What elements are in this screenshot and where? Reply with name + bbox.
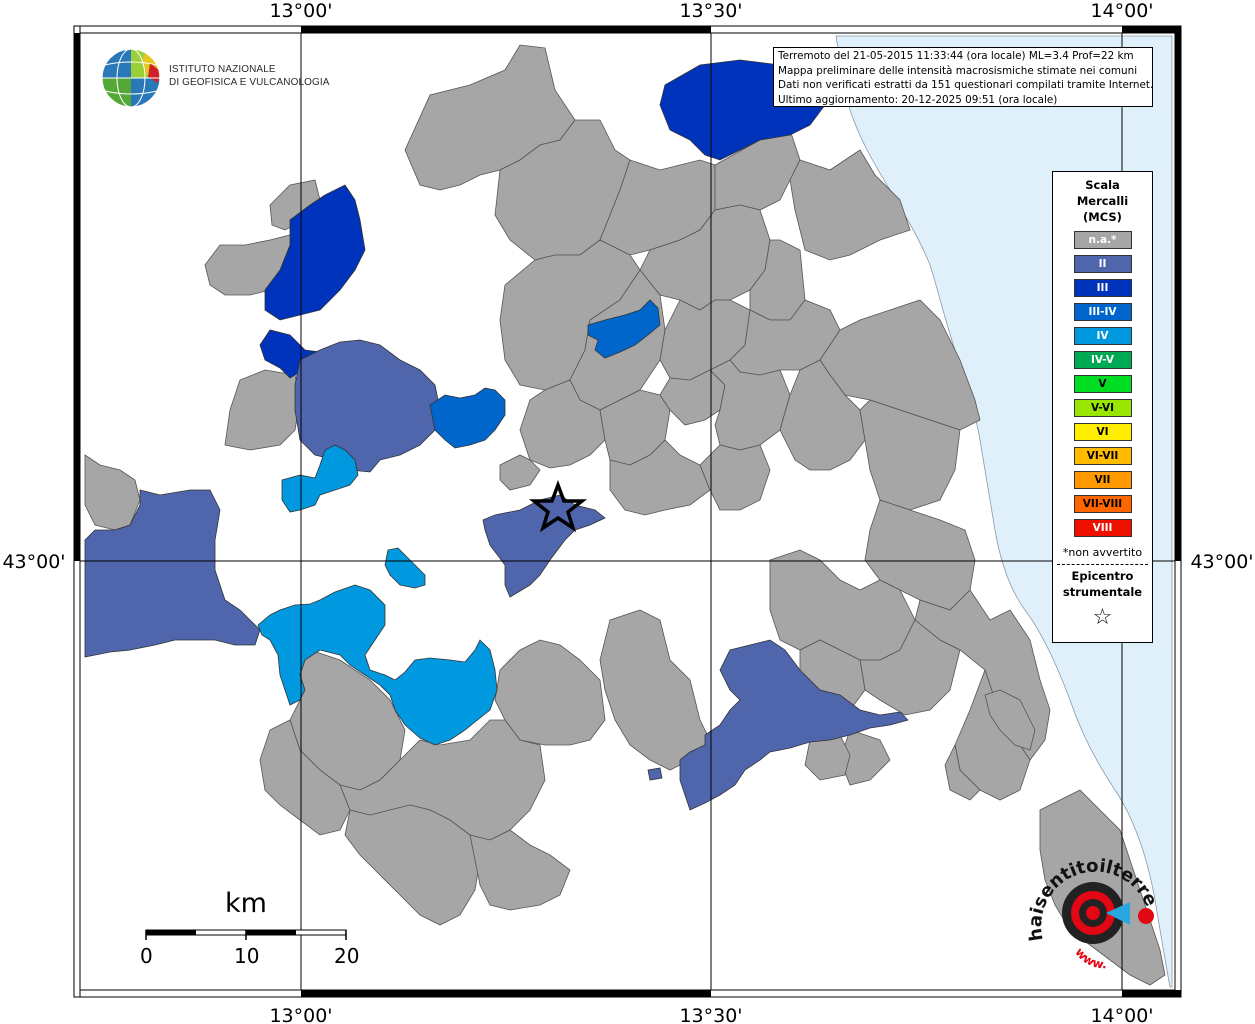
coord-bottom-1: 13°00' (269, 1005, 332, 1024)
legend-item: VI-VII (1073, 447, 1132, 465)
scale-label-0: 0 (140, 944, 153, 968)
mcs-legend: Scala Mercalli (MCS) n.a.* II III III-IV IV I… (1052, 171, 1153, 643)
legend-title: Scala Mercalli (MCS) (1076, 178, 1129, 224)
epicenter-star-icon: ☆ (1092, 605, 1113, 630)
logo-line-1: ISTITUTO NAZIONALE (169, 64, 276, 75)
legend-item: VIII (1073, 519, 1132, 537)
coord-bottom-2: 13°30' (679, 1005, 742, 1024)
legend-item: V (1073, 375, 1132, 393)
legend-epicenter-title: Epicentro strumentale (1062, 569, 1143, 599)
legend-item: V-VI (1073, 399, 1132, 417)
coord-bottom-3: 14°00' (1090, 1005, 1153, 1024)
globe-icon (101, 48, 161, 108)
info-line-3: Dati non verificati estratti da 151 ques… (778, 79, 1153, 92)
ingv-logo: ISTITUTO NAZIONALE DI GEOFISICA E VULCAN… (100, 47, 340, 109)
legend-item: IV-V (1073, 351, 1132, 369)
legend-item: III-IV (1073, 303, 1132, 321)
scale-label-20: 20 (334, 944, 360, 968)
info-line-4: Ultimo aggiornamento: 20-12-2025 09:51 (… (778, 93, 1058, 106)
legend-item: VII (1073, 471, 1132, 489)
legend-item: III (1073, 279, 1132, 297)
legend-item: VI (1073, 423, 1132, 441)
event-info-box: Terremoto del 21-05-2015 11:33:44 (ora l… (773, 47, 1153, 107)
info-line-1: Terremoto del 21-05-2015 11:33:44 (ora l… (778, 50, 1134, 62)
coord-left: 43°00' (2, 551, 65, 573)
info-line-2: Mappa preliminare delle intensità macros… (778, 64, 1138, 77)
legend-item: VII-VIII (1073, 495, 1132, 513)
legend-note: *non avvertito (1062, 546, 1143, 559)
coord-right: 43°00' (1190, 551, 1253, 573)
legend-items: n.a.* II III III-IV IV IV-V V V-VI VI VI-VII VII VI… (1053, 231, 1152, 537)
coord-top-1: 13°00' (269, 0, 332, 22)
legend-item: n.a.* (1073, 231, 1132, 249)
logo-line-2: DI GEOFISICA E VULCANOLOGIA (169, 77, 330, 88)
legend-item: IV (1073, 327, 1132, 345)
scale-title: km (225, 888, 267, 919)
coord-top-3: 14°00' (1090, 0, 1153, 22)
scale-label-10: 10 (234, 944, 260, 968)
legend-divider (1057, 564, 1148, 565)
coord-top-2: 13°30' (679, 0, 742, 22)
legend-item: II (1073, 255, 1132, 273)
